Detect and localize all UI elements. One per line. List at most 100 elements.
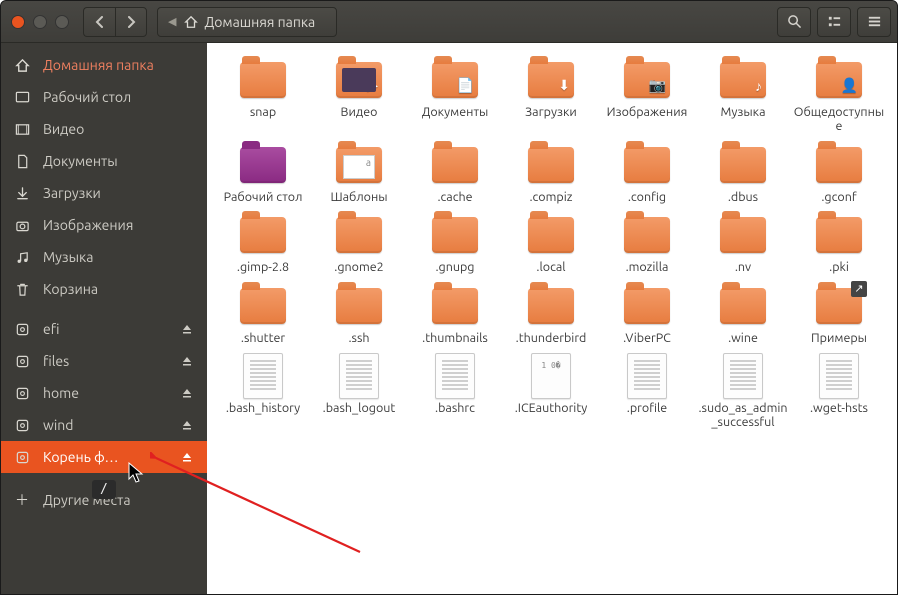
trash-icon <box>11 282 33 297</box>
camera-icon <box>11 218 33 233</box>
view-toggle-button[interactable] <box>817 7 851 37</box>
folder-item[interactable]: .mozilla <box>601 210 693 276</box>
folder-item[interactable]: .gnupg <box>409 210 501 276</box>
folder-item[interactable]: .wine <box>697 281 789 347</box>
nav-buttons <box>83 7 147 37</box>
folder-item[interactable]: Рабочий стол <box>217 140 309 206</box>
sidebar-item-home[interactable]: Домашняя папка <box>1 49 207 81</box>
folder-icon <box>333 283 385 329</box>
file-icon <box>813 353 865 399</box>
sidebar-item-document[interactable]: Документы <box>1 145 207 177</box>
folder-item[interactable]: 📷Изображения <box>601 55 693 136</box>
item-label: .shutter <box>241 331 285 345</box>
sidebar-mount-1[interactable]: files <box>1 345 207 377</box>
sidebar-mount-4[interactable]: Корень ф… <box>1 441 207 473</box>
item-label: .ViberPC <box>623 331 671 345</box>
file-icon <box>429 353 481 399</box>
sidebar: Домашняя папка Рабочий стол ВидеоДокументы… <box>1 43 207 594</box>
sidebar-mount-3[interactable]: wind <box>1 409 207 441</box>
file-icon <box>525 353 577 399</box>
folder-item[interactable]: .compiz <box>505 140 597 206</box>
item-label: .nv <box>735 260 751 274</box>
folder-icon <box>237 142 289 188</box>
sidebar-item-label: Рабочий стол <box>43 89 197 105</box>
sidebar-item-label: Загрузки <box>43 185 197 201</box>
item-label: Документы <box>422 105 489 119</box>
chevron-left-icon <box>94 16 106 28</box>
folder-item[interactable]: .thumbnails <box>409 281 501 347</box>
desktop-icon <box>11 90 33 105</box>
folder-item[interactable]: .local <box>505 210 597 276</box>
file-item[interactable]: .sudo_as_admin_successful <box>697 351 789 432</box>
folder-item[interactable]: .shutter <box>217 281 309 347</box>
folder-item[interactable]: .gnome2 <box>313 210 405 276</box>
file-item[interactable]: .bashrc <box>409 351 501 432</box>
file-manager-window: ◀ Домашняя папка Домашняя папка Рабочий с… <box>0 0 898 595</box>
list-view-icon <box>827 14 842 29</box>
folder-item[interactable]: .cache <box>409 140 501 206</box>
folder-item[interactable]: .ssh <box>313 281 405 347</box>
folder-icon: ⬇ <box>525 57 577 103</box>
sidebar-mount-0[interactable]: efi <box>1 313 207 345</box>
folder-icon: 📷 <box>621 57 673 103</box>
folder-item[interactable]: .gconf <box>793 140 885 206</box>
sidebar-item-video[interactable]: Видео <box>1 113 207 145</box>
sidebar-item-label: home <box>43 385 177 401</box>
folder-icon: ♪ <box>717 57 769 103</box>
folder-item[interactable]: .pki <box>793 210 885 276</box>
folder-item[interactable]: .ViberPC <box>601 281 693 347</box>
sidebar-other-places[interactable]: ＋ Другие места <box>1 481 207 513</box>
menu-button[interactable] <box>857 7 891 37</box>
folder-icon: 📄 <box>429 57 481 103</box>
file-item[interactable]: .bash_history <box>217 351 309 432</box>
item-label: .wine <box>728 331 758 345</box>
sidebar-item-download[interactable]: Загрузки <box>1 177 207 209</box>
file-item[interactable]: .ICEauthority <box>505 351 597 432</box>
path-bar[interactable]: ◀ Домашняя папка <box>157 7 337 37</box>
item-label: .pki <box>829 260 849 274</box>
item-label: .ICEauthority <box>515 401 588 415</box>
forward-button[interactable] <box>115 7 147 37</box>
file-item[interactable]: .profile <box>601 351 693 432</box>
folder-icon <box>525 283 577 329</box>
search-icon <box>787 14 802 29</box>
folder-item[interactable]: ♪Музыка <box>697 55 789 136</box>
sidebar-item-music[interactable]: Музыка <box>1 241 207 273</box>
file-icon <box>621 353 673 399</box>
folder-item[interactable]: 👤Общедоступные <box>793 55 885 136</box>
item-label: Шаблоны <box>330 190 387 204</box>
sidebar-item-camera[interactable]: Изображения <box>1 209 207 241</box>
folder-icon: ↗ <box>813 283 865 329</box>
eject-button[interactable] <box>177 415 197 435</box>
eject-button[interactable] <box>177 351 197 371</box>
folder-item[interactable]: ↗Примеры <box>793 281 885 347</box>
sidebar-item-desktop[interactable]: Рабочий стол <box>1 81 207 113</box>
minimize-button[interactable] <box>33 15 47 29</box>
back-button[interactable] <box>83 7 115 37</box>
folder-item[interactable]: Шаблоны <box>313 140 405 206</box>
folder-item[interactable]: .nv <box>697 210 789 276</box>
content-view[interactable]: snap▶Видео 📄 Документы ⬇Загрузки📷Изображени… <box>207 43 897 594</box>
item-label: .thunderbird <box>516 331 587 345</box>
folder-icon <box>333 212 385 258</box>
close-button[interactable] <box>11 15 25 29</box>
eject-button[interactable] <box>177 447 197 467</box>
eject-button[interactable] <box>177 383 197 403</box>
folder-item[interactable]: .thunderbird <box>505 281 597 347</box>
folder-item[interactable]: .dbus <box>697 140 789 206</box>
folder-item[interactable]: .gimp-2.8 <box>217 210 309 276</box>
folder-item[interactable]: snap <box>217 55 309 136</box>
eject-button[interactable] <box>177 319 197 339</box>
search-button[interactable] <box>777 7 811 37</box>
sidebar-item-trash[interactable]: Корзина <box>1 273 207 305</box>
file-item[interactable]: .wget-hsts <box>793 351 885 432</box>
folder-item[interactable]: 📄 Документы <box>409 55 501 136</box>
file-item[interactable]: .bash_logout <box>313 351 405 432</box>
folder-item[interactable]: ▶Видео <box>313 55 405 136</box>
folder-item[interactable]: .config <box>601 140 693 206</box>
file-icon <box>717 353 769 399</box>
folder-item[interactable]: ⬇Загрузки <box>505 55 597 136</box>
sidebar-mount-2[interactable]: home <box>1 377 207 409</box>
item-label: .bash_logout <box>323 401 396 415</box>
maximize-button[interactable] <box>55 15 69 29</box>
